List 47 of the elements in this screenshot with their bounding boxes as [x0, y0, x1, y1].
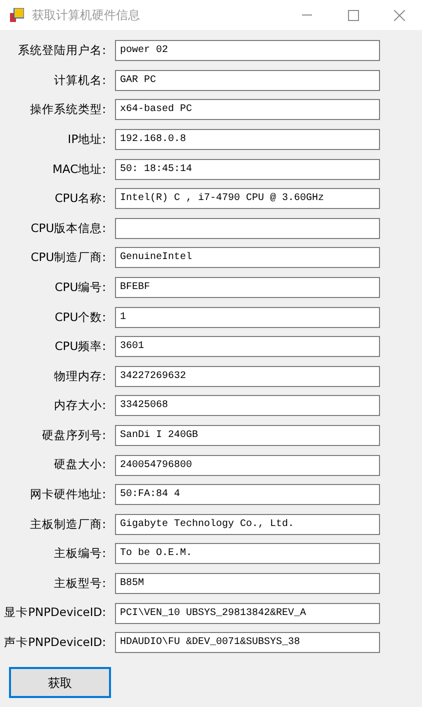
- field-label: 计算机名:: [53, 72, 107, 89]
- app-icon: [10, 8, 24, 22]
- field-label: CPU编号:: [54, 278, 107, 296]
- text-field[interactable]: HDAUDIO\FU &DEV_0071&SUBSYS_38: [115, 632, 380, 654]
- field-label: 主板制造厂商:: [29, 516, 107, 533]
- field-label: 声卡PNPDeviceID:: [3, 634, 107, 652]
- text-field[interactable]: 192.168.0.8: [115, 129, 380, 150]
- field-label: 显卡PNPDeviceID:: [3, 604, 107, 622]
- field-label: 硬盘序列号:: [41, 426, 107, 444]
- field-label: 内存大小:: [53, 397, 107, 414]
- field-label: IP地址:: [66, 130, 107, 148]
- text-field[interactable]: [115, 218, 380, 239]
- text-field[interactable]: B85M: [115, 572, 380, 594]
- text-field[interactable]: BFEBF: [115, 277, 380, 298]
- field-label: 物理内存:: [53, 368, 107, 385]
- text-field[interactable]: Gigabyte Technology Co., Ltd.: [115, 514, 380, 535]
- maximize-icon: [348, 10, 358, 20]
- field-label: CPU个数:: [54, 308, 107, 326]
- text-field[interactable]: PCI\VEN_10 UBSYS_29813842&REV_A: [115, 602, 380, 624]
- text-field[interactable]: x64-based PC: [115, 99, 380, 120]
- field-label: CPU版本信息:: [30, 220, 107, 237]
- text-field[interactable]: To be O.E.M.: [115, 543, 380, 564]
- field-label: CPU名称:: [54, 190, 107, 208]
- field-label: 硬盘大小:: [53, 456, 107, 474]
- text-field[interactable]: SanDi I 240GB: [115, 425, 380, 446]
- field-label: 主板编号:: [53, 545, 107, 562]
- text-field[interactable]: 3601: [115, 336, 380, 358]
- text-field[interactable]: 50: 18:45:14: [115, 158, 380, 180]
- text-field[interactable]: 50:FA:84 4: [115, 484, 380, 506]
- text-field[interactable]: 33425068: [115, 395, 380, 416]
- text-field[interactable]: power 02: [115, 40, 380, 62]
- window-title: 获取计算机硬件信息: [32, 7, 140, 24]
- text-field[interactable]: 34227269632: [115, 366, 380, 387]
- field-label: MAC地址:: [52, 160, 107, 178]
- text-field[interactable]: 1: [115, 306, 380, 328]
- text-field[interactable]: GAR PC: [115, 70, 380, 91]
- field-label: 操作系统类型:: [29, 101, 107, 118]
- field-label: CPU频率:: [54, 338, 107, 356]
- text-field[interactable]: Intel(R) C , i7-4790 CPU @ 3.60GHz: [115, 188, 380, 210]
- fetch-button[interactable]: 获取: [9, 667, 111, 698]
- field-label: 网卡硬件地址:: [29, 486, 107, 504]
- field-label: 主板型号:: [53, 574, 107, 592]
- field-label: 系统登陆用户名:: [17, 42, 107, 60]
- text-field[interactable]: GenuineIntel: [115, 247, 380, 268]
- close-icon: [394, 10, 404, 20]
- text-field[interactable]: 240054796800: [115, 454, 380, 476]
- field-label: CPU制造厂商:: [30, 249, 107, 266]
